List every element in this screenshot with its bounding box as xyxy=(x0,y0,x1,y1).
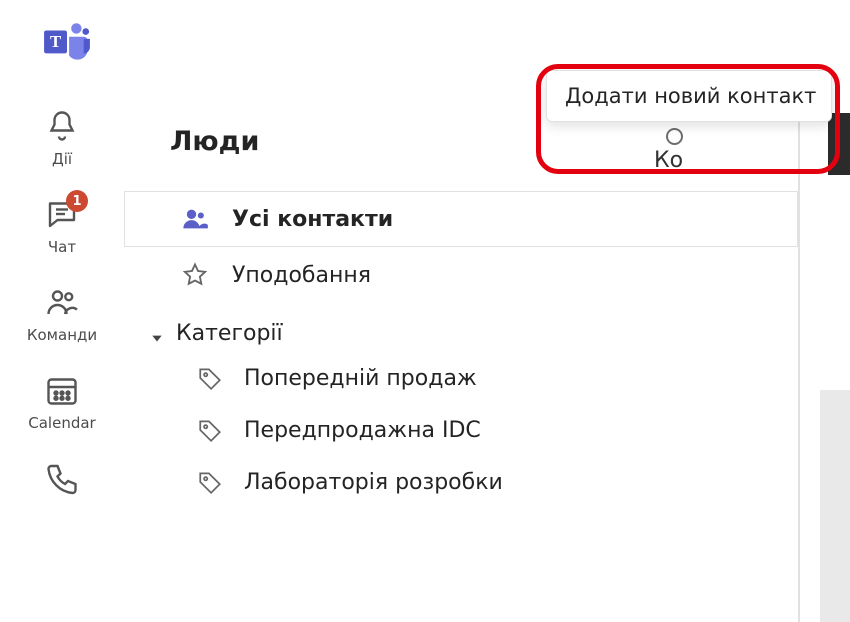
categories-header[interactable]: Категорії xyxy=(124,303,798,352)
avatar-edge xyxy=(828,113,850,175)
right-grey-block xyxy=(820,390,850,622)
svg-text:T: T xyxy=(50,32,61,51)
category-item[interactable]: Передпродажна IDC xyxy=(124,404,798,456)
bell-icon xyxy=(42,106,82,146)
category-label: Попередній продаж xyxy=(244,366,477,391)
app-rail: Дії 1 Чат Команди xyxy=(0,86,124,622)
category-label: Передпродажна IDC xyxy=(244,418,481,443)
rail-teams-label: Команди xyxy=(27,326,97,344)
categories-label: Категорії xyxy=(176,321,283,346)
star-icon xyxy=(180,260,210,290)
favorites-label: Уподобання xyxy=(232,263,371,288)
people-filled-icon xyxy=(180,204,210,234)
add-contact-label: Додати новий контакт xyxy=(565,84,816,108)
rail-calendar[interactable]: Calendar xyxy=(28,370,95,432)
category-item[interactable]: Попередній продаж xyxy=(124,352,798,404)
rail-chat[interactable]: 1 Чат xyxy=(42,194,82,256)
contact-name-fragment: Ко xyxy=(654,148,683,173)
caret-down-icon xyxy=(150,326,166,342)
category-item[interactable]: Лабораторія розробки xyxy=(124,456,798,508)
calendar-icon xyxy=(42,370,82,410)
rail-calls[interactable] xyxy=(42,458,82,502)
teams-people-icon xyxy=(42,282,82,322)
all-contacts-item[interactable]: Усі контакти xyxy=(124,191,798,247)
contact-groups-list: Усі контакти Уподобання Категорії Попере xyxy=(124,191,798,508)
tag-icon xyxy=(196,364,224,392)
people-panel: Люди Усі контакти Уподобання К xyxy=(124,100,800,622)
rail-calendar-label: Calendar xyxy=(28,414,95,432)
tag-icon xyxy=(196,468,224,496)
rail-teams[interactable]: Команди xyxy=(27,282,97,344)
phone-icon xyxy=(42,458,82,498)
add-contact-menu-item[interactable]: Додати новий контакт xyxy=(546,70,832,122)
rail-chat-label: Чат xyxy=(48,238,76,256)
all-contacts-label: Усі контакти xyxy=(232,207,393,232)
chat-icon: 1 xyxy=(42,194,82,234)
rail-activity-label: Дії xyxy=(52,150,72,168)
favorites-item[interactable]: Уподобання xyxy=(124,247,798,303)
category-label: Лабораторія розробки xyxy=(244,470,503,495)
teams-logo-icon: T xyxy=(42,18,92,68)
chat-badge: 1 xyxy=(66,190,88,212)
rail-activity[interactable]: Дії xyxy=(42,106,82,168)
tag-icon xyxy=(196,416,224,444)
presence-offline-icon xyxy=(666,128,683,145)
